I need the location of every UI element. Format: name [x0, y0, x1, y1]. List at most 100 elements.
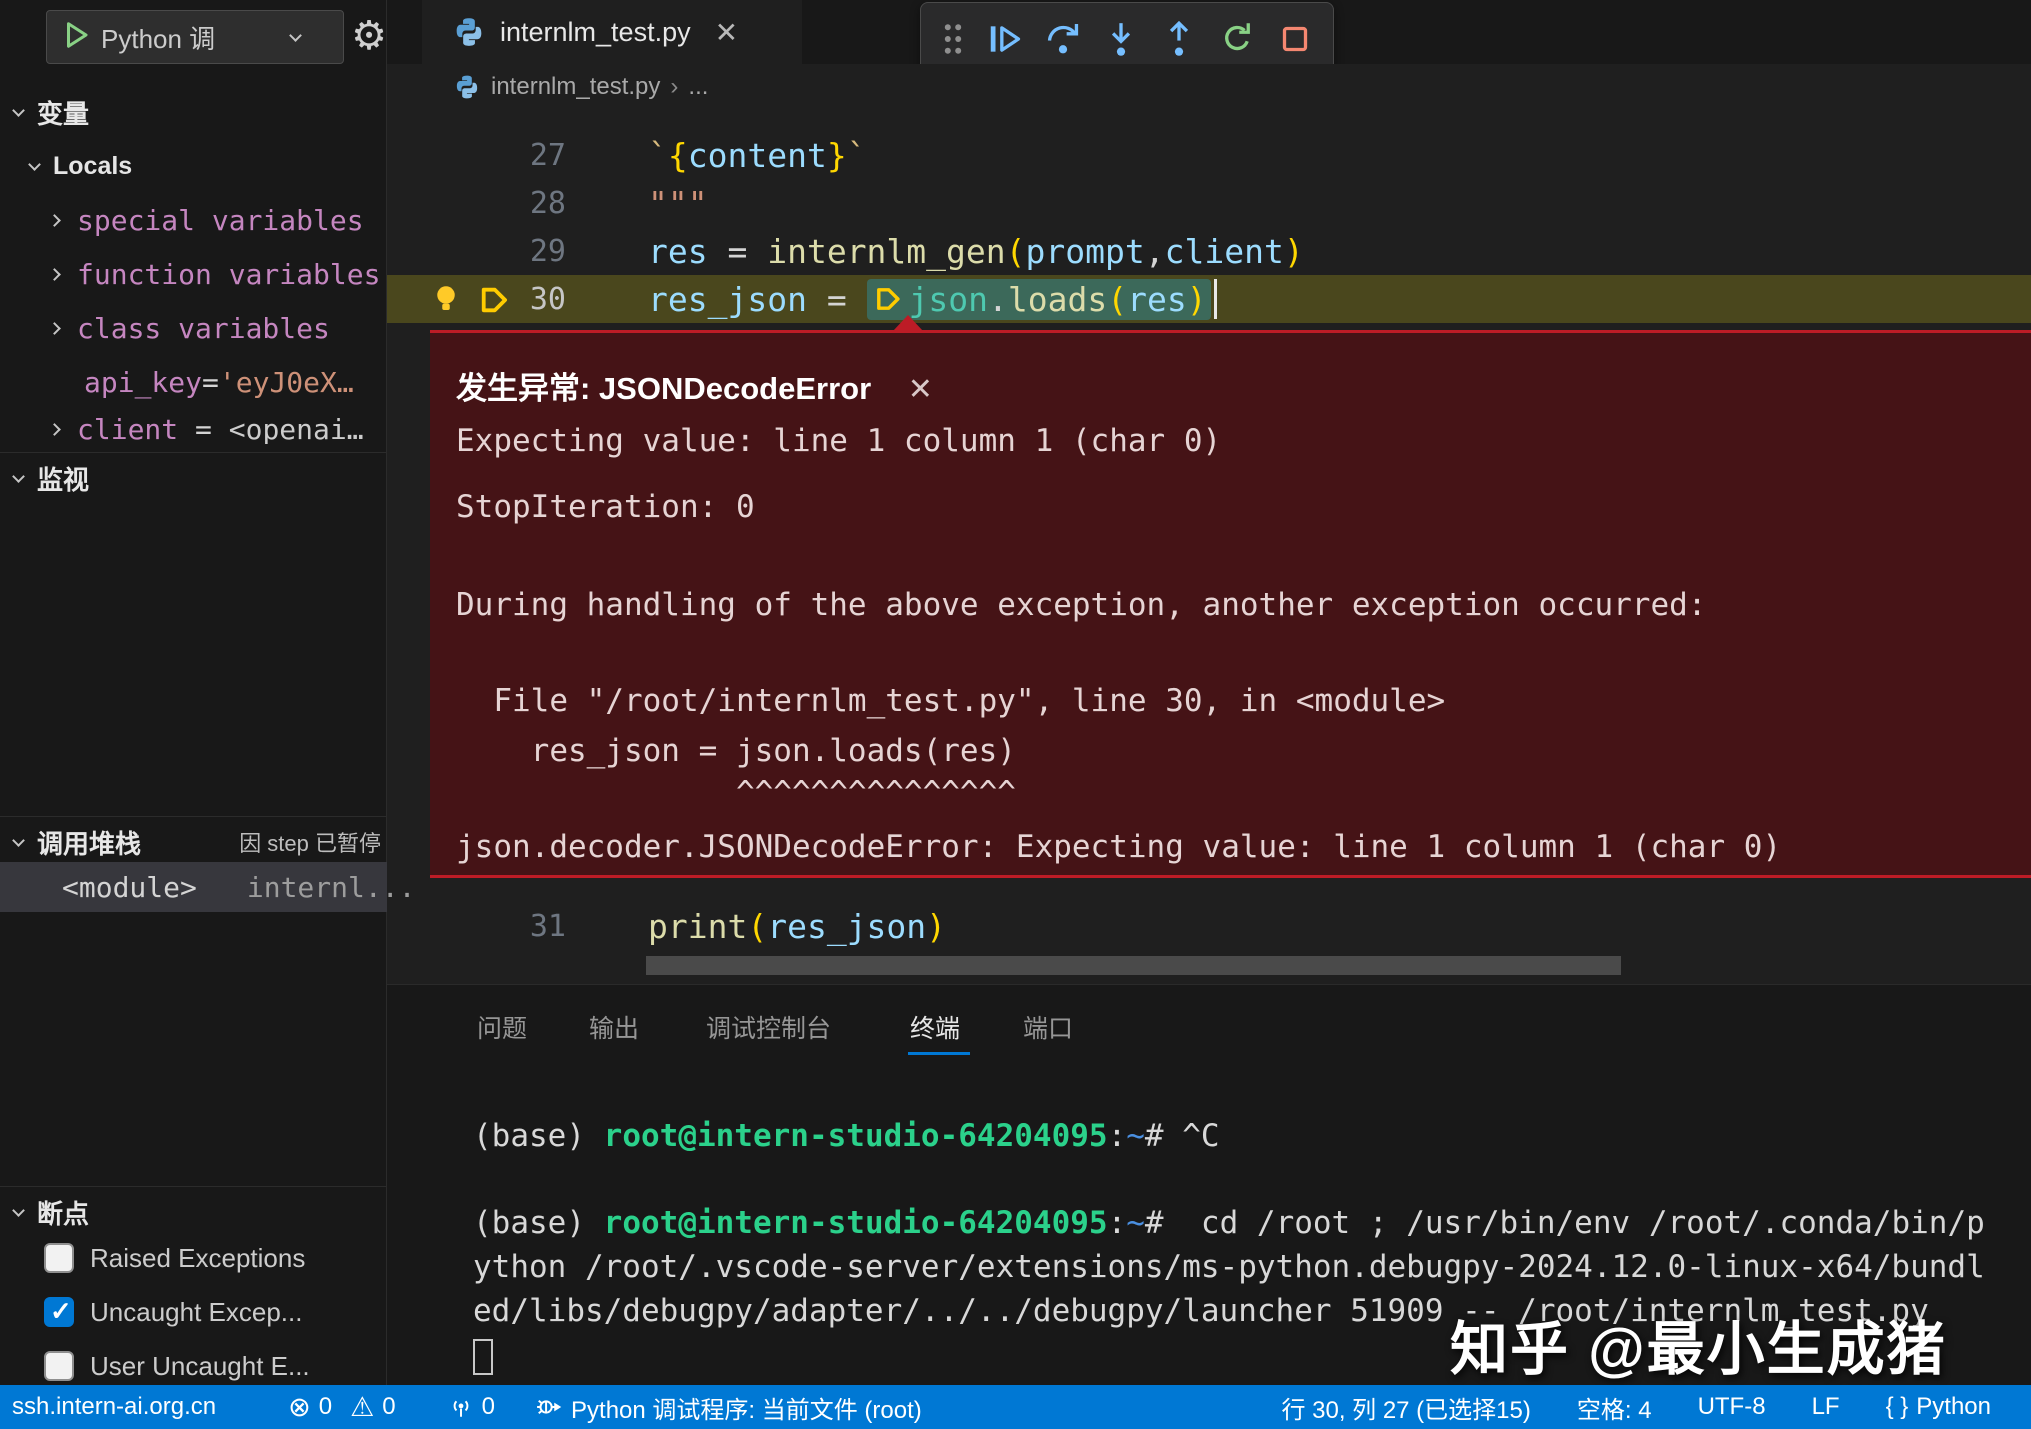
panel-tab-problems[interactable]: 问题: [477, 1009, 527, 1045]
tree-item-label: function variables: [77, 258, 380, 291]
code-line-27[interactable]: 27 `{content}`: [387, 131, 2031, 179]
encoding-label: UTF-8: [1698, 1393, 1766, 1421]
cursor-position-label: 行 30, 列 27 (已选择15): [1281, 1390, 1530, 1425]
paused-on-step-badge: 因 step 已暂停: [239, 826, 381, 858]
status-bar: ssh.intern-ai.org.cn ⊗ 0 ⚠ 0 0 Python 调试…: [0, 1385, 2031, 1429]
code-line-28[interactable]: 28 """: [387, 179, 2031, 227]
code-text: res_json =: [648, 280, 867, 319]
close-icon[interactable]: ✕: [715, 16, 738, 49]
breakpoint-label: User Uncaught E...: [90, 1351, 310, 1382]
tree-item-function-variables[interactable]: function variables: [0, 252, 387, 296]
cursor-position[interactable]: 行 30, 列 27 (已选择15): [1281, 1390, 1530, 1425]
exception-pointer-arrow: [893, 315, 923, 331]
exception-traceback-file: File "/root/internlm_test.py", line 30, …: [456, 683, 1445, 719]
callstack-header-label: 调用堆栈: [37, 824, 141, 861]
debug-stackframe-icon: [871, 282, 905, 316]
chevron-down-icon: [12, 834, 25, 847]
restart-icon[interactable]: [1215, 14, 1259, 64]
code-text: `{content}`: [596, 136, 867, 175]
checkbox[interactable]: [44, 1243, 74, 1273]
close-icon[interactable]: ✕: [908, 373, 933, 406]
tree-item-label: special variables: [77, 204, 364, 237]
text-cursor: [1214, 279, 1217, 319]
step-out-icon[interactable]: [1157, 14, 1201, 64]
watch-section-header[interactable]: 监视: [0, 458, 387, 498]
indentation-setting[interactable]: 空格: 4: [1577, 1390, 1652, 1425]
selected-expression: json.loads(res): [867, 279, 1211, 320]
breadcrumb-more[interactable]: ...: [688, 73, 708, 101]
variable-client[interactable]: client = <openai…: [0, 414, 387, 444]
checkbox[interactable]: [44, 1351, 74, 1381]
section-divider: [0, 1186, 387, 1187]
debug-status[interactable]: Python 调试程序: 当前文件 (root): [535, 1390, 922, 1425]
debug-sidebar: Python 调 ⚙ 变量 Locals special variables f…: [0, 0, 387, 1385]
variable-api-key[interactable]: api_key = 'eyJ0eX…: [0, 360, 387, 404]
chevron-right-icon: [48, 214, 61, 227]
breakpoints-section-header[interactable]: 断点: [0, 1192, 387, 1232]
locals-label: Locals: [53, 152, 132, 181]
tree-item-label: class variables: [77, 312, 330, 345]
chevron-right-icon: [48, 268, 61, 281]
watermark: 知乎 @最小生成猪: [1450, 1302, 1947, 1386]
tab-internlm-test[interactable]: internlm_test.py ✕: [422, 0, 802, 64]
frame-source: internl...: [247, 871, 416, 904]
panel-tab-ports[interactable]: 端口: [1023, 1009, 1073, 1045]
step-into-icon[interactable]: [1099, 14, 1143, 64]
line-number: 30: [387, 282, 596, 317]
terminal-line: (base) root@intern-studio-64204095:~# cd…: [473, 1205, 1985, 1241]
code-line-31[interactable]: 31 print(res_json): [387, 902, 2031, 950]
breakpoint-label: Raised Exceptions: [90, 1243, 305, 1274]
tree-item-class-variables[interactable]: class variables: [0, 306, 387, 350]
eol-setting[interactable]: LF: [1812, 1393, 1840, 1421]
breadcrumb-file[interactable]: internlm_test.py: [491, 73, 660, 101]
stack-frame-module[interactable]: <module> internl...: [0, 862, 387, 912]
section-divider: [0, 816, 387, 817]
code-text: res = internlm_gen(prompt,client): [596, 232, 1304, 271]
gear-icon[interactable]: ⚙: [348, 12, 390, 60]
remote-host-label: ssh.intern-ai.org.cn: [12, 1393, 216, 1421]
debug-status-label: Python 调试程序: 当前文件 (root): [571, 1390, 922, 1425]
encoding-setting[interactable]: UTF-8: [1698, 1393, 1766, 1421]
checkbox[interactable]: [44, 1297, 74, 1327]
code-text: """: [596, 184, 708, 223]
panel-tab-output[interactable]: 输出: [589, 1009, 639, 1045]
braces-icon: { }: [1886, 1393, 1909, 1421]
code-line-30-current[interactable]: 30 res_json = json.loads(res): [387, 275, 2031, 323]
problems-indicator[interactable]: ⊗ 0 ⚠ 0: [288, 1392, 396, 1423]
horizontal-scrollbar[interactable]: [646, 956, 1621, 975]
tab-title: internlm_test.py: [500, 17, 691, 48]
ports-count: 0: [482, 1393, 495, 1421]
breakpoint-user-uncaught[interactable]: User Uncaught E...: [0, 1342, 387, 1390]
tree-item-locals[interactable]: Locals: [0, 144, 387, 188]
section-divider: [0, 452, 387, 453]
line-number: 29: [387, 234, 596, 269]
code-line-29[interactable]: 29 res = internlm_gen(prompt,client): [387, 227, 2031, 275]
debug-config-dropdown[interactable]: Python 调: [46, 10, 344, 64]
line-number: 28: [387, 186, 596, 221]
continue-icon[interactable]: [983, 14, 1027, 64]
drag-handle-icon[interactable]: [937, 14, 969, 64]
chevron-right-icon: ›: [670, 73, 678, 101]
step-over-icon[interactable]: [1041, 14, 1085, 64]
language-label: Python: [1916, 1393, 1991, 1421]
breakpoint-raised-exceptions[interactable]: Raised Exceptions: [0, 1234, 387, 1282]
exception-traceback-code: res_json = json.loads(res): [456, 733, 1016, 769]
run-icon[interactable]: [61, 18, 91, 57]
variables-header-label: 变量: [37, 94, 89, 131]
debug-bug-icon: [535, 1393, 563, 1421]
exception-message: StopIteration: 0: [456, 489, 755, 525]
tree-item-special-variables[interactable]: special variables: [0, 198, 387, 242]
remote-host-indicator[interactable]: ssh.intern-ai.org.cn: [12, 1393, 216, 1421]
chevron-down-icon: [12, 470, 25, 483]
variables-section-header[interactable]: 变量: [0, 92, 387, 132]
chevron-right-icon: [48, 423, 61, 436]
code-text: json.loads(res): [909, 280, 1207, 319]
breadcrumb: internlm_test.py › ...: [387, 64, 2031, 110]
panel-tab-terminal[interactable]: 终端: [910, 1009, 960, 1045]
panel-tab-debug-console[interactable]: 调试控制台: [706, 1009, 831, 1045]
breakpoint-uncaught-exceptions[interactable]: Uncaught Excep...: [0, 1288, 387, 1336]
stop-icon[interactable]: [1273, 14, 1317, 64]
ports-indicator[interactable]: 0: [448, 1393, 495, 1421]
callstack-section-header[interactable]: 调用堆栈 因 step 已暂停: [0, 822, 387, 862]
language-mode[interactable]: { } Python: [1886, 1393, 1991, 1421]
